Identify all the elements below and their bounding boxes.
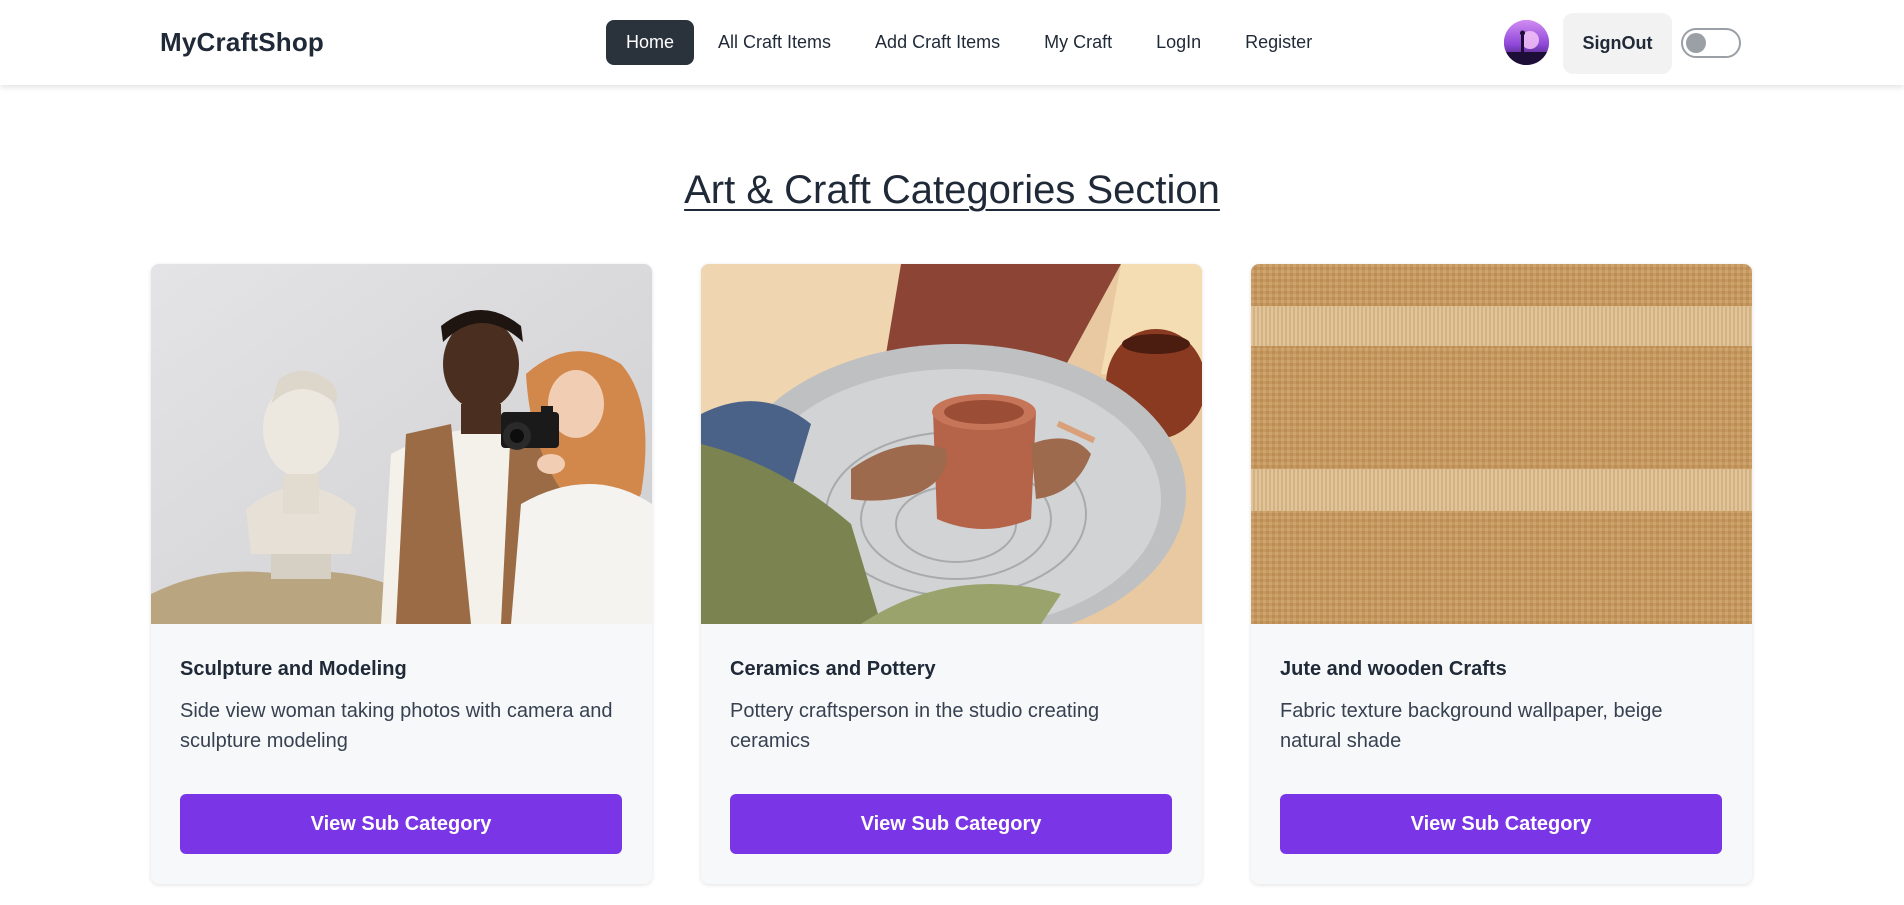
card-title: Sculpture and Modeling [180,658,407,680]
nav-item-login[interactable]: LogIn [1136,20,1221,65]
theme-toggle[interactable] [1681,28,1741,58]
card-description: Pottery craftsperson in the studio creat… [730,700,1100,752]
section-title: Art & Craft Categories Section [0,168,1904,213]
category-card-sculpture: Sculpture and Modeling Side view woman t… [151,264,652,884]
avatar-image-icon [1504,20,1549,65]
view-sub-category-button[interactable]: View Sub Category [180,794,622,854]
card-description: Fabric texture background wallpaper, bei… [1280,700,1663,752]
fabric-photo [1251,264,1752,624]
nav-item-my-craft[interactable]: My Craft [1024,20,1132,65]
signout-button[interactable]: SignOut [1563,13,1672,74]
photo-pottery-wheel-icon [701,264,1202,624]
nav-menu: Home All Craft Items Add Craft Items My … [606,20,1332,65]
navbar: MyCraftShop Home All Craft Items Add Cra… [0,0,1904,85]
nav-item-register[interactable]: Register [1225,20,1332,65]
brand-logo[interactable]: MyCraftShop [160,27,324,58]
photo-sculpture-camera-icon [151,264,652,624]
nav-item-home[interactable]: Home [606,20,695,65]
nav-item-all-craft-items[interactable]: All Craft Items [698,20,851,65]
card-description: Side view woman taking photos with camer… [180,700,613,752]
nav-item-add-craft-items[interactable]: Add Craft Items [855,20,1020,65]
toggle-knob [1686,33,1706,53]
category-card-ceramics: Ceramics and Pottery Pottery craftsperso… [701,264,1202,884]
card-title: Jute and wooden Crafts [1280,658,1507,680]
sculpture-photo [151,264,652,624]
card-title: Ceramics and Pottery [730,658,936,680]
section-title-text: Art & Craft Categories Section [684,168,1220,212]
photo-fabric-texture-icon [1251,264,1752,624]
user-avatar[interactable] [1504,20,1549,65]
pottery-photo [701,264,1202,624]
view-sub-category-button[interactable]: View Sub Category [1280,794,1722,854]
category-card-jute: Jute and wooden Crafts Fabric texture ba… [1251,264,1752,884]
view-sub-category-button[interactable]: View Sub Category [730,794,1172,854]
